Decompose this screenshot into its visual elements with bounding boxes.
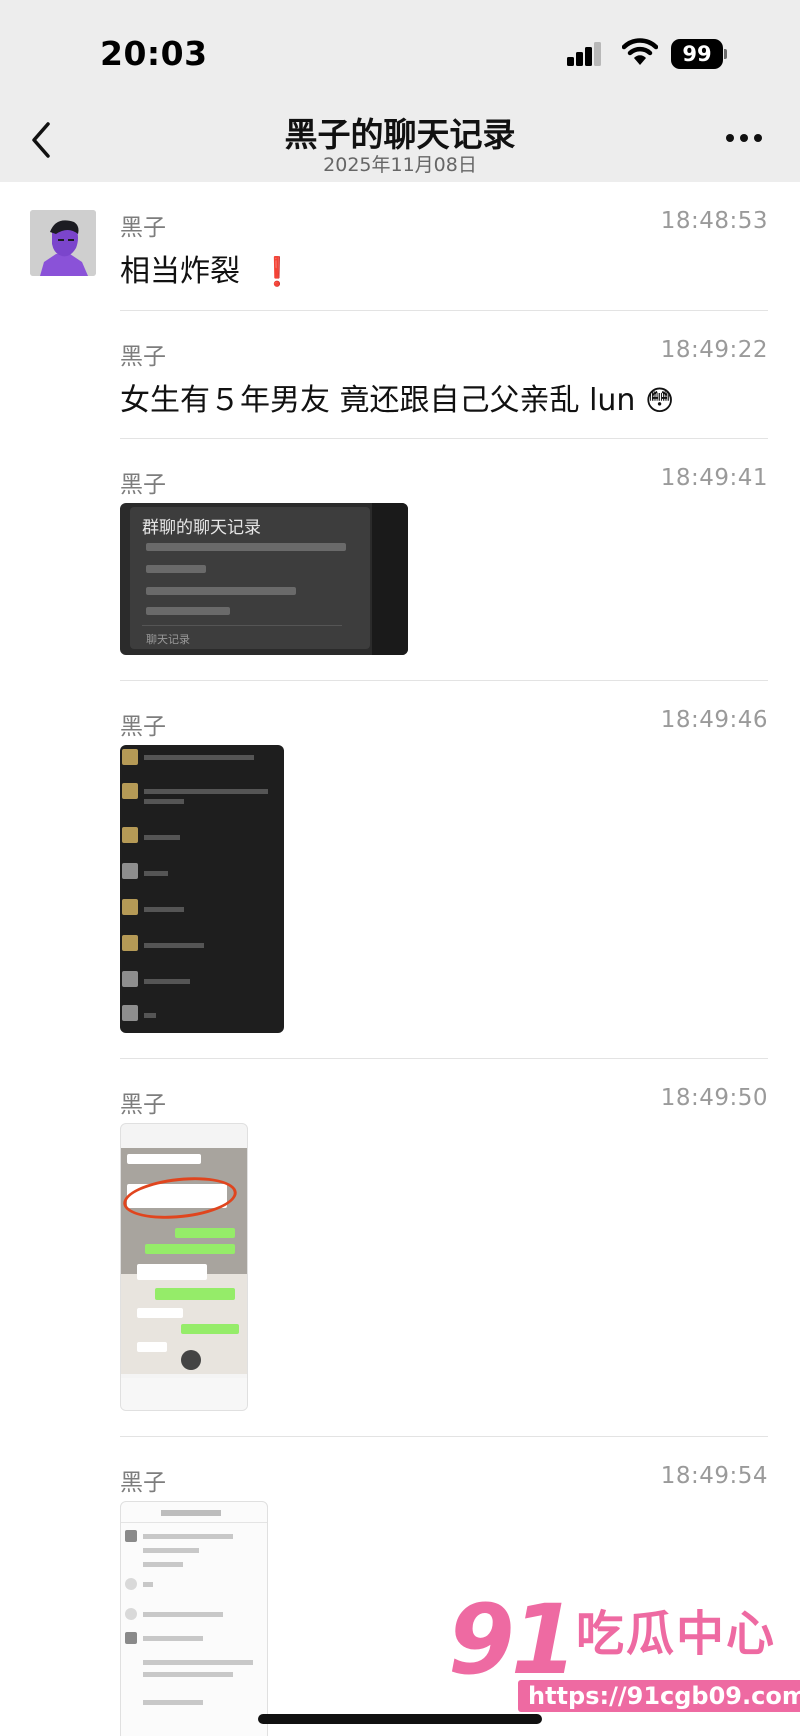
sender-name: 黑子 bbox=[120, 1470, 166, 1496]
chat-screenshot-image[interactable] bbox=[120, 1123, 248, 1411]
message-text: 女生有５年男友 竟还跟自己父亲乱 lun 😳 bbox=[120, 375, 674, 419]
chat-screenshot-image[interactable] bbox=[120, 745, 284, 1033]
message-item: 黑子 18:49:46 bbox=[120, 707, 768, 1033]
page-title: 黑子的聊天记录 bbox=[284, 115, 516, 154]
avatar[interactable] bbox=[30, 210, 96, 276]
message-text-content: 女生有５年男友 竟还跟自己父亲乱 lun bbox=[120, 383, 636, 418]
sender-name: 黑子 bbox=[120, 714, 166, 740]
chat-screenshot-image[interactable] bbox=[120, 1501, 268, 1736]
sender-name: 黑子 bbox=[120, 344, 166, 370]
message-time: 18:49:46 bbox=[660, 707, 768, 733]
chat-record-footer: 聊天记录 bbox=[146, 633, 190, 646]
cellular-signal-icon bbox=[567, 42, 603, 66]
status-time: 20:03 bbox=[100, 34, 208, 73]
page-subtitle: 2025年11月08日 bbox=[323, 154, 477, 176]
message-text-content: 相当炸裂 bbox=[120, 254, 240, 289]
divider bbox=[120, 438, 768, 439]
sender-name: 黑子 bbox=[120, 1092, 166, 1118]
top-bar: 20:03 99 黑子的聊天记录 2025年11月08日 bbox=[0, 0, 800, 182]
message-time: 18:49:41 bbox=[660, 465, 768, 491]
exclamation-emoji: ❗ bbox=[259, 255, 295, 288]
message-time: 18:49:50 bbox=[660, 1085, 768, 1111]
message-item: 黑子 18:49:22 女生有５年男友 竟还跟自己父亲乱 lun 😳 bbox=[120, 337, 768, 418]
wifi-icon bbox=[622, 38, 658, 65]
sender-name: 黑子 bbox=[120, 215, 166, 241]
message-item: 黑子 18:49:41 群聊的聊天记录 聊天记录 bbox=[120, 465, 768, 655]
message-time: 18:49:54 bbox=[660, 1463, 768, 1489]
chat-record-image[interactable]: 群聊的聊天记录 聊天记录 bbox=[120, 503, 408, 655]
message-text: 相当炸裂 ❗ bbox=[120, 246, 294, 290]
more-options-button[interactable] bbox=[722, 128, 766, 148]
battery-level: 99 bbox=[671, 39, 723, 69]
message-item: 黑子 18:49:50 bbox=[120, 1085, 768, 1411]
chat-record-title: 群聊的聊天记录 bbox=[142, 518, 261, 538]
sender-name: 黑子 bbox=[120, 472, 166, 498]
message-item: 黑子 18:49:54 bbox=[120, 1463, 768, 1736]
battery-icon: 99 bbox=[671, 39, 727, 69]
message-time: 18:49:22 bbox=[660, 337, 768, 363]
message-item: 黑子 18:48:53 相当炸裂 ❗ bbox=[120, 208, 768, 289]
chat-history-page: 20:03 99 黑子的聊天记录 2025年11月08日 黑子 18:48:53… bbox=[0, 0, 800, 1736]
message-time: 18:48:53 bbox=[660, 208, 768, 234]
divider bbox=[120, 1436, 768, 1437]
divider bbox=[120, 1058, 768, 1059]
home-indicator[interactable] bbox=[258, 1714, 542, 1724]
divider bbox=[120, 680, 768, 681]
flushed-face-emoji: 😳 bbox=[644, 384, 675, 417]
divider bbox=[120, 310, 768, 311]
